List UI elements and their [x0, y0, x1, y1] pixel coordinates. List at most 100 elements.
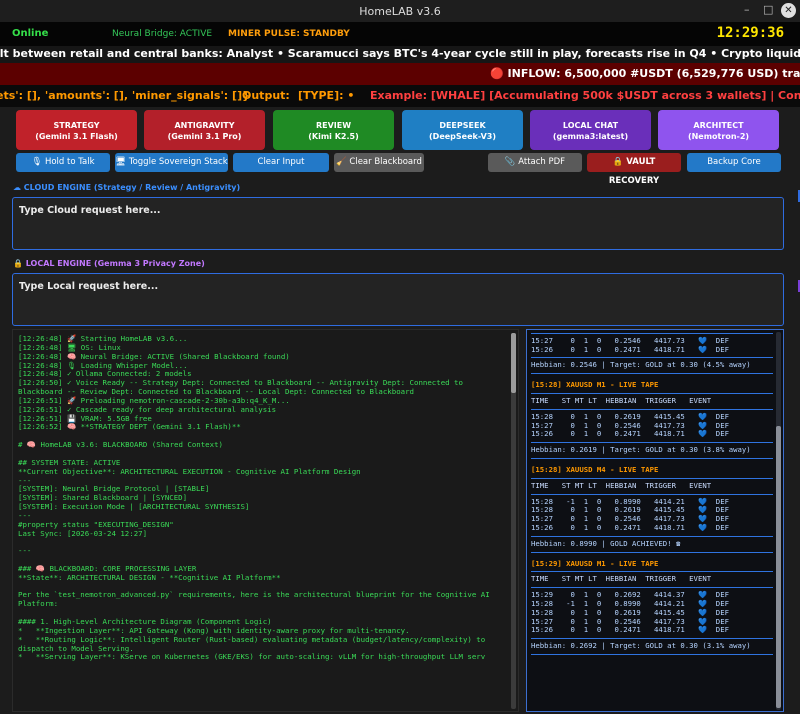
- log-line: [12:26:52] 🧠 **STRATEGY DEPT (Gemini 3.1…: [18, 422, 241, 432]
- close-icon[interactable]: ✕: [781, 3, 796, 18]
- window-titlebar: HomeLAB v3.6 – □ ✕: [0, 0, 800, 22]
- tape-title: [15:28] XAUUSD M1 - LIVE TAPE: [531, 380, 659, 390]
- dept-name: ARCHITECT: [693, 121, 744, 130]
- vault-recovery-button[interactable]: 🔒 VAULT RECOVERY: [587, 153, 681, 186]
- signal-ticker-example: Example: [WHALE] [Accumulating 500k $USD…: [370, 89, 800, 102]
- inflow-ticker-text: 🔴 INFLOW: 6,500,000 #USDT (6,529,776 USD…: [490, 67, 800, 80]
- tape-hebbian-summary: Hebbian: 0.2546 | Target: GOLD at 0.30 (…: [531, 360, 751, 370]
- tape-separator: [531, 477, 773, 479]
- tape-separator: [531, 357, 773, 359]
- clear-input-button[interactable]: Clear Input: [233, 153, 329, 172]
- signal-ticker-text: ets': [], 'amounts': [], 'miner_signals'…: [0, 89, 250, 102]
- blackboard-log[interactable]: [12:26:48] 🚀 Starting HomeLAB v3.6... [12…: [12, 329, 519, 712]
- log-line: Last Sync: [2026-03-24 12:27]: [18, 528, 148, 538]
- cloud-request-placeholder: Type Cloud request here...: [19, 205, 161, 216]
- log-line: Per the `test_nemotron_advanced.py` requ…: [18, 590, 495, 609]
- cloud-engine-label: ☁ CLOUD ENGINE (Strategy / Review / Anti…: [13, 183, 241, 192]
- tape-scrollbar[interactable]: [776, 332, 781, 710]
- hold-to-talk-button[interactable]: 🎙 Hold to Talk: [16, 153, 110, 172]
- log-line: # 🧠 HomeLAB v3.6: BLACKBOARD (Shared Con…: [18, 440, 223, 450]
- tape-column-header: TIME ST MT LT HEBBIAN TRIGGER EVENT: [531, 329, 773, 330]
- status-bar: Online Neural Bridge: ACTIVE MINER PULSE…: [0, 22, 800, 46]
- tape-separator: [531, 653, 773, 655]
- news-ticker: ilt between retail and central banks: An…: [0, 46, 800, 63]
- tape-row: 15:26 0 1 0 0.2471 4418.71 💙 DEF: [531, 344, 729, 354]
- tape-column-header: TIME ST MT LT HEBBIAN TRIGGER EVENT: [531, 480, 712, 490]
- architect-dept-button[interactable]: ARCHITECT (Nemotron-2): [658, 110, 779, 150]
- tape-separator: [531, 442, 773, 444]
- inflow-ticker: 🔴 INFLOW: 6,500,000 #USDT (6,529,776 USD…: [0, 63, 800, 85]
- tape-separator: [531, 493, 773, 495]
- minimize-icon[interactable]: –: [744, 3, 750, 16]
- dept-model: (gemma3:latest): [552, 132, 629, 141]
- tape-separator: [531, 332, 773, 334]
- tape-hebbian-summary: Hebbian: 0.2619 | Target: GOLD at 0.30 (…: [531, 445, 751, 455]
- tape-hebbian-summary: Hebbian: 0.2692 | Target: GOLD at 0.30 (…: [531, 641, 751, 651]
- signal-ticker-type: [TYPE]: •: [298, 89, 355, 102]
- log-line: **Current Objective**: ARCHITECTURAL EXE…: [18, 466, 361, 476]
- tape-separator: [531, 408, 773, 410]
- main-panel: STRATEGY (Gemini 3.1 Flash) ANTIGRAVITY …: [0, 107, 800, 714]
- clock: 12:29:36: [716, 25, 784, 41]
- dept-name: STRATEGY: [53, 121, 100, 130]
- dept-model: (Gemini 3.1 Pro): [167, 132, 242, 141]
- live-tape: TIME ST MT LT HEBBIAN TRIGGER EVENT15:27…: [531, 329, 773, 662]
- clear-blackboard-button[interactable]: 🧹 Clear Blackboard: [334, 153, 424, 172]
- antigravity-dept-button[interactable]: ANTIGRAVITY (Gemini 3.1 Pro): [144, 110, 265, 150]
- log-line: [SYSTEM]: Execution Mode | [ARCHITECTURA…: [18, 502, 250, 512]
- tape-separator: [531, 571, 773, 573]
- tape-column-header: TIME ST MT LT HEBBIAN TRIGGER EVENT: [531, 574, 712, 584]
- cloud-request-input[interactable]: Type Cloud request here...: [12, 197, 784, 250]
- deepseek-dept-button[interactable]: DEEPSEEK (DeepSeek-V3): [402, 110, 523, 150]
- log-line: **State**: ARCHITECTURAL DESIGN - **Cogn…: [18, 572, 281, 582]
- live-tape-panel[interactable]: TIME ST MT LT HEBBIAN TRIGGER EVENT15:27…: [526, 329, 784, 712]
- local-chat-dept-button[interactable]: LOCAL CHAT (gemma3:latest): [530, 110, 651, 150]
- dept-name: DEEPSEEK: [439, 121, 486, 130]
- local-request-placeholder: Type Local request here...: [19, 281, 159, 292]
- tape-separator: [531, 373, 773, 375]
- local-request-input[interactable]: Type Local request here...: [12, 273, 784, 326]
- dept-model: (Nemotron-2): [687, 132, 750, 141]
- dept-model: (DeepSeek-V3): [429, 132, 496, 141]
- dept-model: (Kimi K2.5): [308, 132, 359, 141]
- tape-column-header: TIME ST MT LT HEBBIAN TRIGGER EVENT: [531, 395, 712, 405]
- backup-core-button[interactable]: Backup Core: [687, 153, 781, 172]
- dept-name: REVIEW: [315, 121, 352, 130]
- tape-row: 15:26 0 1 0 0.2471 4418.71 💙 DEF: [531, 522, 729, 532]
- dept-name: ANTIGRAVITY: [174, 121, 235, 130]
- maximize-icon[interactable]: □: [763, 3, 773, 16]
- miner-pulse-status: MINER PULSE: STANDBY: [228, 29, 350, 39]
- tape-hebbian-summary: Hebbian: 0.8990 | GOLD ACHIEVED! ☎: [531, 538, 681, 548]
- online-status: Online: [12, 28, 49, 39]
- dept-model: (Gemini 3.1 Flash): [35, 132, 118, 141]
- log-line: [12:26:50] ✓ Voice Ready -- Strategy Dep…: [18, 378, 468, 397]
- tape-separator: [531, 535, 773, 537]
- news-ticker-text: ilt between retail and central banks: An…: [0, 47, 800, 60]
- strategy-dept-button[interactable]: STRATEGY (Gemini 3.1 Flash): [16, 110, 137, 150]
- tape-separator: [531, 392, 773, 394]
- log-scrollbar[interactable]: [511, 333, 516, 709]
- log-text: [12:26:48] 🚀 Starting HomeLAB v3.6... [12…: [18, 334, 508, 662]
- toggle-sovereign-stack-button[interactable]: 🖥 Toggle Sovereign Stack: [115, 153, 228, 172]
- attach-pdf-button[interactable]: 📎 Attach PDF: [488, 153, 582, 172]
- tape-separator: [531, 551, 773, 553]
- tape-row: 15:26 0 1 0 0.2471 4418.71 💙 DEF: [531, 429, 729, 439]
- signal-ticker-output: Output:: [242, 89, 290, 102]
- neural-bridge-status: Neural Bridge: ACTIVE: [112, 29, 213, 39]
- tape-separator: [531, 457, 773, 459]
- tape-separator: [531, 638, 773, 640]
- signal-ticker: ets': [], 'amounts': [], 'miner_signals'…: [0, 85, 800, 107]
- log-scrollbar-thumb[interactable]: [511, 333, 516, 393]
- tape-scrollbar-thumb[interactable]: [776, 426, 781, 708]
- tape-title: [15:28] XAUUSD M4 - LIVE TAPE: [531, 464, 659, 474]
- log-line: * **Routing Logic**: Intelligent Router …: [18, 634, 490, 653]
- local-engine-label: 🔒 LOCAL ENGINE (Gemma 3 Privacy Zone): [13, 259, 205, 268]
- tape-separator: [531, 587, 773, 589]
- tape-row: 15:26 0 1 0 0.2471 4418.71 💙 DEF: [531, 625, 729, 635]
- log-line: ---: [18, 546, 32, 556]
- review-dept-button[interactable]: REVIEW (Kimi K2.5): [273, 110, 394, 150]
- tape-title: [15:29] XAUUSD M1 - LIVE TAPE: [531, 558, 659, 568]
- dept-name: LOCAL CHAT: [562, 121, 619, 130]
- tape-gap: [531, 658, 773, 662]
